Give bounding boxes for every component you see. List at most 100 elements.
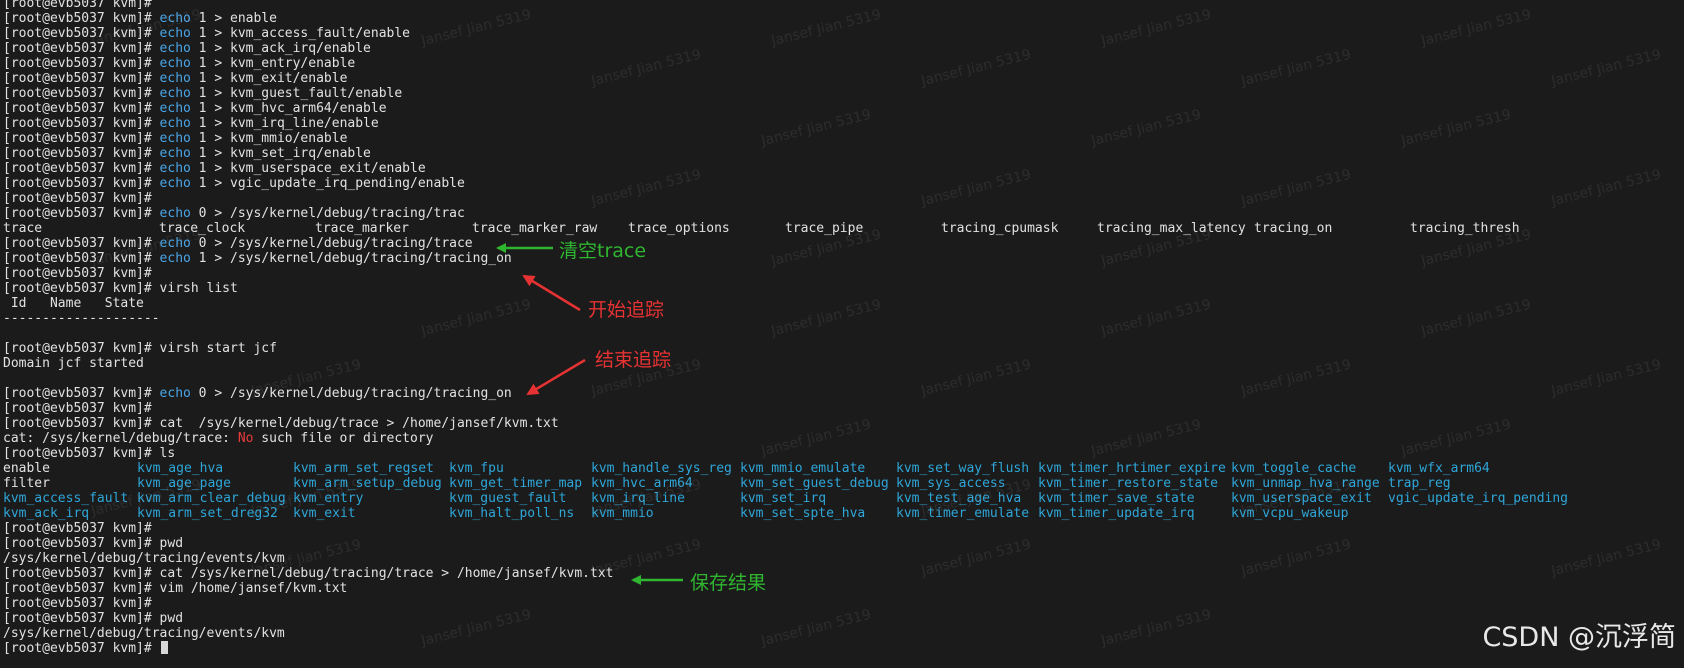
error-keyword: No <box>237 431 254 446</box>
command-text: 1 > vgic_update_irq_pending/enable <box>190 176 465 191</box>
annotation-start-trace: 开始追踪 <box>588 299 665 321</box>
command-text: virsh list <box>159 281 238 296</box>
prompt-line: [root@evb5037 kvm]# echo 1 > kvm_set_irq… <box>3 146 1681 161</box>
ls-directory: kvm_fpu <box>449 461 504 476</box>
ls-directory: kvm_timer_hrtimer_expire <box>1038 461 1226 476</box>
completion-item: trace <box>3 221 43 236</box>
prompt-line: [root@evb5037 kvm]# pwd <box>3 536 1681 551</box>
echo-keyword: echo <box>159 41 191 56</box>
command-text: 1 > kvm_access_fault/enable <box>190 26 411 41</box>
ls-directory: kvm_timer_update_irq <box>1038 506 1195 521</box>
prompt-line: [root@evb5037 kvm]# <box>3 641 1681 656</box>
shell-prompt: [root@evb5037 kvm]# <box>3 131 160 146</box>
command-text: 1 > kvm_set_irq/enable <box>190 146 371 161</box>
ls-directory: kvm_get_timer_map <box>449 476 583 491</box>
completion-item: tracing_max_latency <box>1097 221 1246 236</box>
prompt-line: [root@evb5037 kvm]# <box>3 191 1681 206</box>
prompt-line: [root@evb5037 kvm]# echo 1 > kvm_entry/e… <box>3 56 1681 71</box>
ls-file: filter <box>3 476 50 491</box>
error-text: such file or directory <box>253 431 434 446</box>
command-text: 1 > kvm_ack_irq/enable <box>190 41 371 56</box>
prompt-line: [root@evb5037 kvm]# <box>3 596 1681 611</box>
completion-item: tracing_on <box>1254 221 1333 236</box>
shell-prompt: [root@evb5037 kvm]# <box>3 536 160 551</box>
command-text: 1 > /sys/kernel/debug/tracing/tracing_on <box>190 251 512 266</box>
echo-keyword: echo <box>159 206 191 221</box>
command-text: 1 > kvm_irq_line/enable <box>190 116 379 131</box>
prompt-line: [root@evb5037 kvm]# <box>3 401 1681 416</box>
ls-directory: kvm_wfx_arm64 <box>1388 461 1490 476</box>
shell-prompt: [root@evb5037 kvm]# <box>3 341 160 356</box>
ls-directory: kvm_arm_set_regset <box>293 461 434 476</box>
echo-keyword: echo <box>159 86 191 101</box>
command-text: cat /sys/kernel/debug/tracing/trace > /h… <box>159 566 614 581</box>
ls-directory: kvm_timer_restore_state <box>1038 476 1219 491</box>
ls-directory: kvm_age_hva <box>137 461 224 476</box>
command-text: 1 > kvm_entry/enable <box>190 56 356 71</box>
prompt-line: [root@evb5037 kvm]# <box>3 0 1681 11</box>
shell-prompt: [root@evb5037 kvm]# <box>3 641 160 656</box>
echo-keyword: echo <box>159 161 191 176</box>
completion-item: tracing_cpumask <box>941 221 1059 236</box>
prompt-line: [root@evb5037 kvm]# <box>3 521 1681 536</box>
ls-directory: vgic_update_irq_pending <box>1388 491 1569 506</box>
command-text: 1 > kvm_hvc_arm64/enable <box>190 101 387 116</box>
annotation-clear-trace: 清空trace <box>559 240 647 262</box>
command-text: 1 > kvm_userspace_exit/enable <box>190 161 426 176</box>
prompt-line: [root@evb5037 kvm]# virsh list <box>3 281 1681 296</box>
completion-item: trace_marker_raw <box>472 221 598 236</box>
ls-directory: kvm_mmio_emulate <box>740 461 866 476</box>
shell-prompt: [root@evb5037 kvm]# <box>3 86 160 101</box>
ls-directory: kvm_set_way_flush <box>896 461 1030 476</box>
echo-keyword: echo <box>159 131 191 146</box>
shell-prompt: [root@evb5037 kvm]# <box>3 566 160 581</box>
shell-prompt: [root@evb5037 kvm]# <box>3 266 160 281</box>
ls-directory: kvm_halt_poll_ns <box>449 506 575 521</box>
annotation-save-result: 保存结果 <box>690 572 767 594</box>
shell-prompt: [root@evb5037 kvm]# <box>3 116 160 131</box>
shell-prompt: [root@evb5037 kvm]# <box>3 401 160 416</box>
shell-prompt: [root@evb5037 kvm]# <box>3 41 160 56</box>
ls-directory: kvm_handle_sys_reg <box>591 461 732 476</box>
completion-row: trace trace_clock trace_marker trace_marker… <box>3 221 1681 236</box>
shell-prompt: [root@evb5037 kvm]# <box>3 521 160 536</box>
ls-directory: kvm_toggle_cache <box>1231 461 1357 476</box>
prompt-line: [root@evb5037 kvm]# echo 1 > kvm_guest_f… <box>3 86 1681 101</box>
command-text: 1 > enable <box>190 11 277 26</box>
command-text: pwd <box>159 611 184 626</box>
shell-prompt: [root@evb5037 kvm]# <box>3 281 160 296</box>
command-text: 0 > /sys/kernel/debug/tracing/trace <box>190 236 473 251</box>
ls-file: enable <box>3 461 50 476</box>
shell-prompt: [root@evb5037 kvm]# <box>3 386 160 401</box>
command-text: virsh start jcf <box>159 341 277 356</box>
command-text: 1 > kvm_exit/enable <box>190 71 348 86</box>
prompt-line: [root@evb5037 kvm]# virsh start jcf <box>3 341 1681 356</box>
echo-keyword: echo <box>159 56 191 71</box>
shell-prompt: [root@evb5037 kvm]# <box>3 191 160 206</box>
shell-prompt: [root@evb5037 kvm]# <box>3 101 160 116</box>
command-text: pwd <box>159 536 184 551</box>
ls-directory: kvm_set_guest_debug <box>740 476 889 491</box>
virsh-list-separator: -------------------- <box>3 311 160 326</box>
ls-directory: kvm_ack_irq <box>3 506 90 521</box>
echo-keyword: echo <box>159 251 191 266</box>
shell-prompt: [root@evb5037 kvm]# <box>3 581 160 596</box>
shell-prompt: [root@evb5037 kvm]# <box>3 446 160 461</box>
ls-directory: trap_reg <box>1388 476 1451 491</box>
shell-prompt: [root@evb5037 kvm]# <box>3 161 160 176</box>
ls-row: enable kvm_age_hva kvm_arm_set_regset kvm_f… <box>3 461 1681 476</box>
error-text: cat: /sys/kernel/debug/trace: <box>3 431 238 446</box>
echo-keyword: echo <box>159 116 191 131</box>
shell-prompt: [root@evb5037 kvm]# <box>3 0 152 11</box>
prompt-line: [root@evb5037 kvm]# echo 1 > kvm_exit/en… <box>3 71 1681 86</box>
command-text: 0 > /sys/kernel/debug/tracing/tracing_on <box>190 386 512 401</box>
ls-directory: kvm_set_irq <box>740 491 827 506</box>
shell-prompt: [root@evb5037 kvm]# <box>3 56 160 71</box>
echo-keyword: echo <box>159 146 191 161</box>
command-text: ls <box>159 446 176 461</box>
command-text: 1 > kvm_guest_fault/enable <box>190 86 403 101</box>
prompt-line: [root@evb5037 kvm]# <box>3 266 1681 281</box>
command-text: 0 > /sys/kernel/debug/tracing/trac <box>190 206 465 221</box>
prompt-line: [root@evb5037 kvm]# echo 1 > vgic_update… <box>3 176 1681 191</box>
completion-item: trace_marker <box>315 221 409 236</box>
